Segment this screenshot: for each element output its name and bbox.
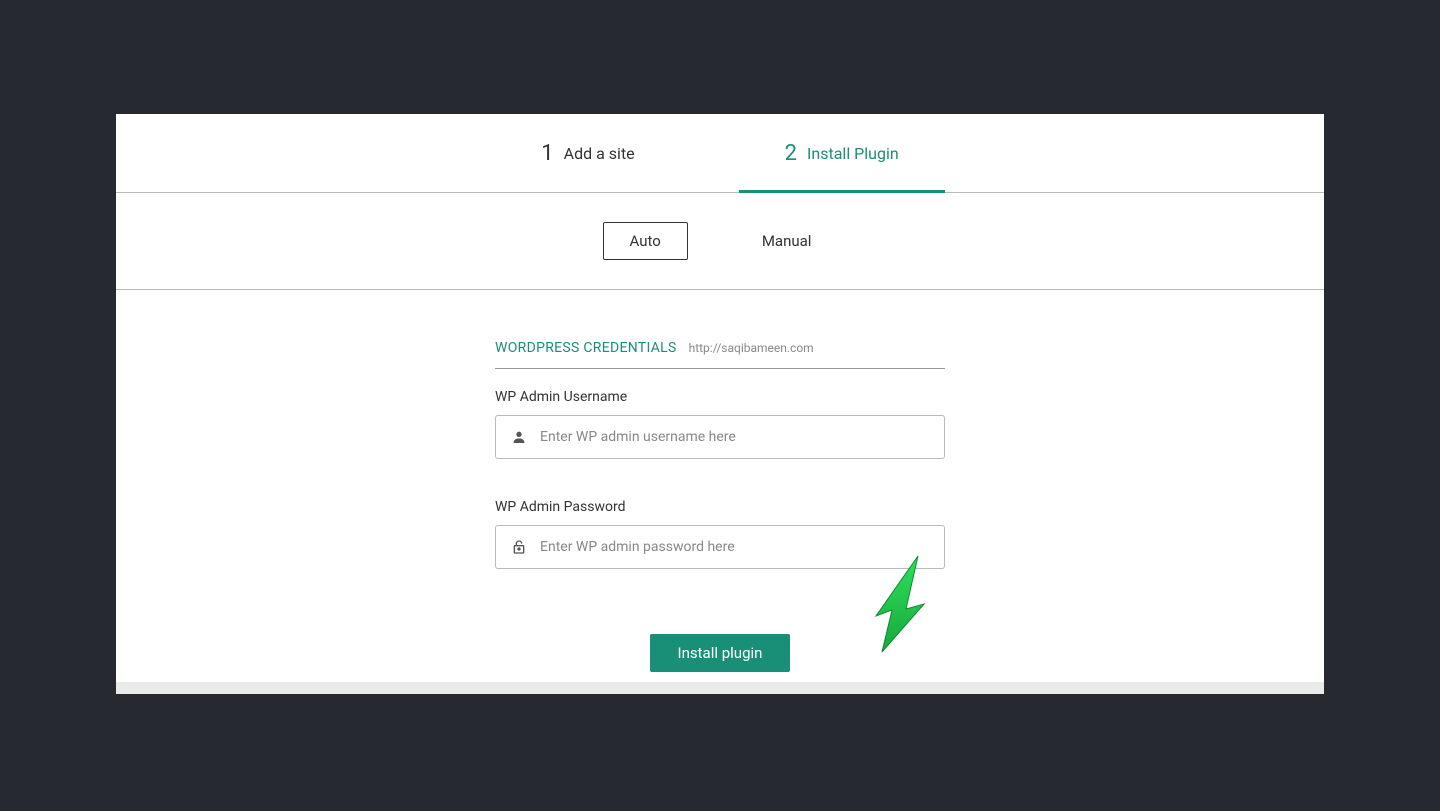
credentials-form: WORDPRESS CREDENTIALS http://saqibameen.…: [116, 290, 1324, 682]
step-number: 2: [785, 141, 797, 166]
submit-row: Install plugin: [495, 609, 945, 682]
install-mode-bar: Auto Manual: [116, 193, 1324, 290]
steps-bar: 1 Add a site 2 Install Plugin: [116, 114, 1324, 193]
mode-auto-button[interactable]: Auto: [603, 222, 688, 260]
step-install-plugin[interactable]: 2 Install Plugin: [775, 114, 909, 193]
step-label: Add a site: [564, 144, 635, 163]
password-input[interactable]: [530, 539, 932, 555]
lock-icon: [508, 539, 530, 555]
section-title: WORDPRESS CREDENTIALS: [495, 340, 677, 356]
password-label: WP Admin Password: [495, 499, 945, 515]
step-add-site[interactable]: 1 Add a site: [531, 114, 644, 193]
footer-strip: [116, 682, 1324, 694]
site-url: http://saqibameen.com: [689, 341, 814, 355]
install-plugin-button[interactable]: Install plugin: [650, 634, 791, 672]
mode-manual-button[interactable]: Manual: [736, 223, 838, 259]
form-inner: WORDPRESS CREDENTIALS http://saqibameen.…: [495, 340, 945, 682]
username-label: WP Admin Username: [495, 389, 945, 405]
step-label: Install Plugin: [807, 144, 899, 163]
step-number: 1: [541, 141, 553, 166]
user-icon: [508, 429, 530, 445]
password-input-wrap: [495, 525, 945, 569]
section-header: WORDPRESS CREDENTIALS http://saqibameen.…: [495, 340, 945, 369]
username-input[interactable]: [530, 429, 932, 445]
username-input-wrap: [495, 415, 945, 459]
wizard-panel: 1 Add a site 2 Install Plugin Auto Manua…: [116, 114, 1324, 694]
